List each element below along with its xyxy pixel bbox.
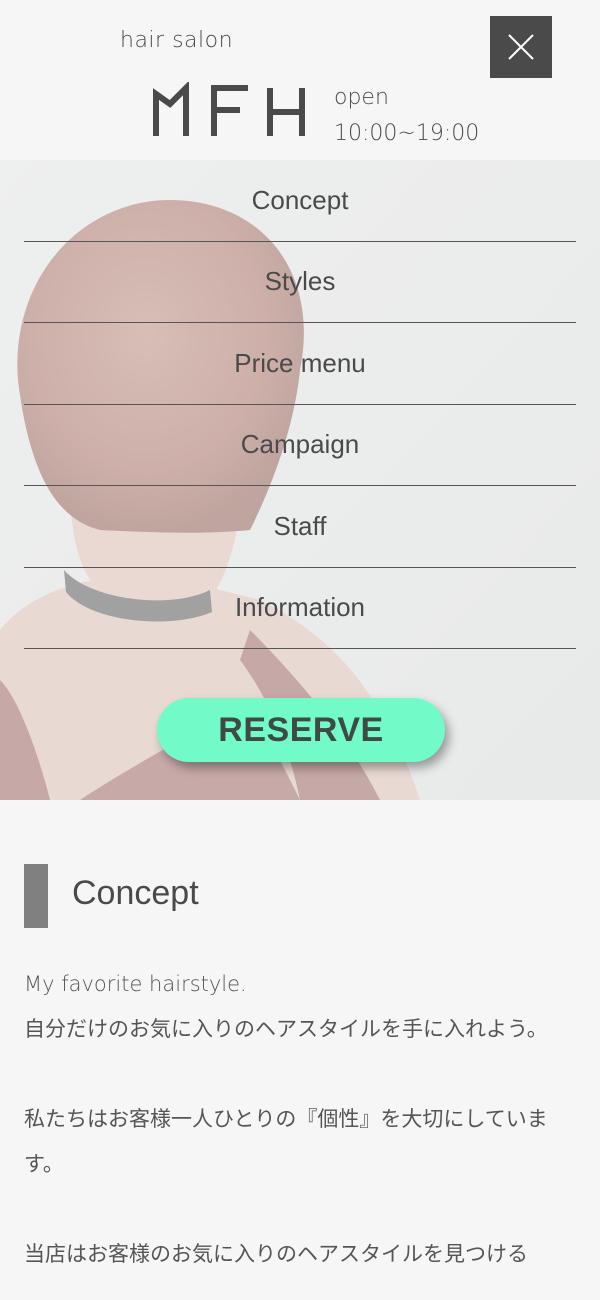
nav-item-label: Information bbox=[234, 592, 366, 623]
logo[interactable] bbox=[152, 80, 312, 142]
concept-paragraph: 私たちはお客様一人ひとりの『個性』を大切にしています。 bbox=[24, 1107, 548, 1176]
section-marker bbox=[24, 864, 48, 928]
close-icon bbox=[508, 34, 534, 60]
nav-item-staff[interactable]: Staff bbox=[24, 486, 576, 568]
site-header: hair salon open 10:00~19:00 bbox=[0, 0, 600, 160]
page: hair salon open 10:00~19:00 Concept Styl… bbox=[0, 0, 600, 1300]
concept-paragraph: My favorite hairstyle. bbox=[24, 972, 247, 996]
nav-item-information[interactable]: Information bbox=[24, 568, 576, 649]
nav-item-concept[interactable]: Concept bbox=[24, 160, 576, 242]
hours-label: open bbox=[334, 85, 389, 110]
concept-paragraph: 自分だけのお気に入りのヘアスタイルを手に入れよう。 bbox=[24, 1017, 548, 1041]
mfh-logo-icon bbox=[153, 80, 305, 136]
reserve-button-label: RESERVE bbox=[218, 710, 384, 749]
close-menu-button[interactable] bbox=[490, 16, 552, 78]
tagline: hair salon bbox=[120, 28, 234, 53]
opening-hours: open 10:00~19:00 bbox=[334, 80, 479, 152]
main-nav: Concept Styles Price menu Campaign Staff… bbox=[24, 160, 576, 649]
reserve-button[interactable]: RESERVE bbox=[157, 698, 445, 762]
nav-item-label: Campaign bbox=[240, 429, 360, 460]
nav-item-styles[interactable]: Styles bbox=[24, 242, 576, 323]
nav-item-label: Price menu bbox=[234, 347, 366, 378]
nav-item-campaign[interactable]: Campaign bbox=[24, 405, 576, 486]
nav-item-label: Concept bbox=[251, 184, 349, 215]
concept-section: Concept My favorite hairstyle. 自分だけのお気に入… bbox=[0, 800, 600, 1300]
hero: Concept Styles Price menu Campaign Staff… bbox=[0, 160, 600, 800]
concept-paragraph: 当店はお客様のお気に入りのヘアスタイルを見つける bbox=[24, 1242, 528, 1266]
section-title: Concept bbox=[72, 874, 199, 912]
concept-text: My favorite hairstyle. 自分だけのお気に入りのヘアスタイル… bbox=[24, 962, 576, 1277]
nav-item-label: Styles bbox=[264, 266, 336, 297]
nav-item-label: Staff bbox=[273, 510, 327, 541]
hours-value: 10:00~19:00 bbox=[334, 121, 480, 146]
nav-item-price-menu[interactable]: Price menu bbox=[24, 323, 576, 405]
